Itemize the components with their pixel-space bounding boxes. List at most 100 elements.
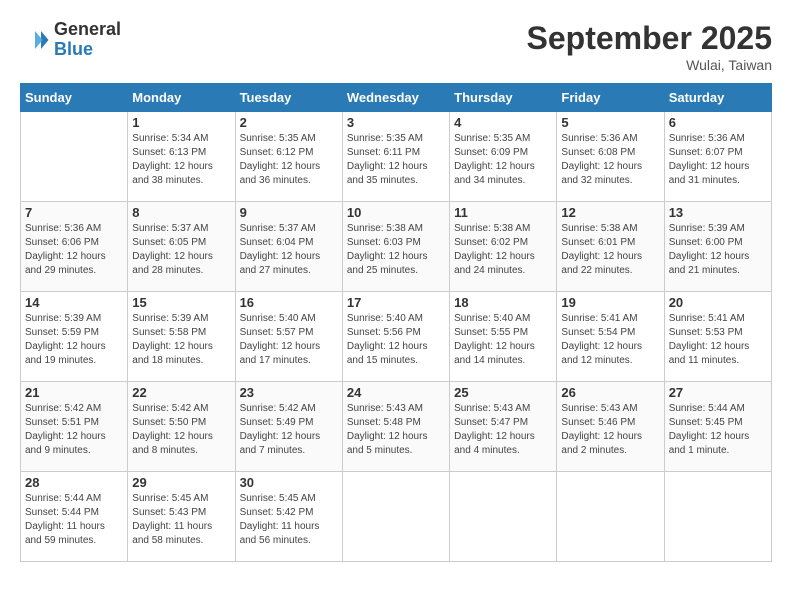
header-day: Wednesday xyxy=(342,84,449,112)
day-number: 16 xyxy=(240,295,338,310)
header-day: Friday xyxy=(557,84,664,112)
header-row: SundayMondayTuesdayWednesdayThursdayFrid… xyxy=(21,84,772,112)
calendar-cell: 28Sunrise: 5:44 AM Sunset: 5:44 PM Dayli… xyxy=(21,472,128,562)
calendar-week-row: 21 Sunrise: 5:42 AM Sunset: 5:51 PM Dayli… xyxy=(21,382,772,472)
logo-line1: General xyxy=(54,20,121,40)
calendar-cell xyxy=(664,472,771,562)
day-number: 26 xyxy=(561,385,659,400)
day-info: Sunrise: 5:40 AM Sunset: 5:55 PM Dayligh… xyxy=(454,312,552,368)
day-info: Sunrise: 5:39 AM Sunset: 6:00 PM Dayligh… xyxy=(669,222,767,278)
calendar-cell: 12 Sunrise: 5:38 AM Sunset: 6:01 PM Dayli… xyxy=(557,202,664,292)
day-info: Sunrise: 5:40 AM Sunset: 5:57 PM Dayligh… xyxy=(240,312,338,368)
day-info: Sunrise: 5:37 AM Sunset: 6:05 PM Dayligh… xyxy=(132,222,230,278)
logo: General Blue xyxy=(20,20,121,60)
day-number: 18 xyxy=(454,295,552,310)
calendar-cell: 29 Sunrise: 5:45 AM Sunset: 5:43 PM Dayli… xyxy=(128,472,235,562)
month-title: September 2025 xyxy=(527,20,772,57)
calendar-cell: 16 Sunrise: 5:40 AM Sunset: 5:57 PM Dayli… xyxy=(235,292,342,382)
day-info: Sunrise: 5:36 AM Sunset: 6:06 PM Dayligh… xyxy=(25,222,123,278)
day-number: 27 xyxy=(669,385,767,400)
calendar-cell: 10 Sunrise: 5:38 AM Sunset: 6:03 PM Dayli… xyxy=(342,202,449,292)
day-number: 5 xyxy=(561,115,659,130)
calendar-cell: 17Sunrise: 5:40 AM Sunset: 5:56 PM Dayli… xyxy=(342,292,449,382)
day-info: Sunrise: 5:43 AM Sunset: 5:47 PM Dayligh… xyxy=(454,402,552,458)
day-number: 15 xyxy=(132,295,230,310)
day-number: 21 xyxy=(25,385,123,400)
day-info: Sunrise: 5:42 AM Sunset: 5:51 PM Dayligh… xyxy=(25,402,123,458)
day-number: 3 xyxy=(347,115,445,130)
day-number: 19 xyxy=(561,295,659,310)
calendar-cell: 8 Sunrise: 5:37 AM Sunset: 6:05 PM Daylig… xyxy=(128,202,235,292)
calendar-cell: 20 Sunrise: 5:41 AM Sunset: 5:53 PM Dayli… xyxy=(664,292,771,382)
day-info: Sunrise: 5:34 AM Sunset: 6:13 PM Dayligh… xyxy=(132,132,230,188)
day-number: 17 xyxy=(347,295,445,310)
day-number: 24 xyxy=(347,385,445,400)
calendar-cell xyxy=(450,472,557,562)
day-info: Sunrise: 5:35 AM Sunset: 6:09 PM Dayligh… xyxy=(454,132,552,188)
calendar-cell: 1 Sunrise: 5:34 AM Sunset: 6:13 PM Daylig… xyxy=(128,112,235,202)
day-info: Sunrise: 5:41 AM Sunset: 5:54 PM Dayligh… xyxy=(561,312,659,368)
calendar-cell xyxy=(557,472,664,562)
day-number: 10 xyxy=(347,205,445,220)
day-info: Sunrise: 5:39 AM Sunset: 5:58 PM Dayligh… xyxy=(132,312,230,368)
calendar-cell: 13 Sunrise: 5:39 AM Sunset: 6:00 PM Dayli… xyxy=(664,202,771,292)
day-info: Sunrise: 5:45 AM Sunset: 5:42 PM Dayligh… xyxy=(240,492,338,548)
day-info: Sunrise: 5:35 AM Sunset: 6:11 PM Dayligh… xyxy=(347,132,445,188)
calendar-cell: 21 Sunrise: 5:42 AM Sunset: 5:51 PM Dayli… xyxy=(21,382,128,472)
header-day: Monday xyxy=(128,84,235,112)
day-number: 13 xyxy=(669,205,767,220)
day-number: 11 xyxy=(454,205,552,220)
header-day: Saturday xyxy=(664,84,771,112)
calendar-cell: 4 Sunrise: 5:35 AM Sunset: 6:09 PM Daylig… xyxy=(450,112,557,202)
day-number: 6 xyxy=(669,115,767,130)
day-info: Sunrise: 5:41 AM Sunset: 5:53 PM Dayligh… xyxy=(669,312,767,368)
calendar-week-row: 14Sunrise: 5:39 AM Sunset: 5:59 PM Dayli… xyxy=(21,292,772,382)
day-number: 30 xyxy=(240,475,338,490)
header-day: Tuesday xyxy=(235,84,342,112)
day-number: 22 xyxy=(132,385,230,400)
calendar-cell: 14Sunrise: 5:39 AM Sunset: 5:59 PM Dayli… xyxy=(21,292,128,382)
day-number: 8 xyxy=(132,205,230,220)
day-number: 29 xyxy=(132,475,230,490)
day-number: 25 xyxy=(454,385,552,400)
logo-text: General Blue xyxy=(54,20,121,60)
calendar-cell: 15 Sunrise: 5:39 AM Sunset: 5:58 PM Dayli… xyxy=(128,292,235,382)
day-info: Sunrise: 5:35 AM Sunset: 6:12 PM Dayligh… xyxy=(240,132,338,188)
calendar-cell: 25 Sunrise: 5:43 AM Sunset: 5:47 PM Dayli… xyxy=(450,382,557,472)
day-info: Sunrise: 5:43 AM Sunset: 5:46 PM Dayligh… xyxy=(561,402,659,458)
day-number: 2 xyxy=(240,115,338,130)
day-number: 20 xyxy=(669,295,767,310)
day-number: 1 xyxy=(132,115,230,130)
day-info: Sunrise: 5:37 AM Sunset: 6:04 PM Dayligh… xyxy=(240,222,338,278)
day-info: Sunrise: 5:38 AM Sunset: 6:01 PM Dayligh… xyxy=(561,222,659,278)
day-number: 23 xyxy=(240,385,338,400)
day-number: 28 xyxy=(25,475,123,490)
day-number: 4 xyxy=(454,115,552,130)
day-info: Sunrise: 5:38 AM Sunset: 6:03 PM Dayligh… xyxy=(347,222,445,278)
calendar-cell: 19 Sunrise: 5:41 AM Sunset: 5:54 PM Dayli… xyxy=(557,292,664,382)
calendar-cell: 23 Sunrise: 5:42 AM Sunset: 5:49 PM Dayli… xyxy=(235,382,342,472)
calendar-cell: 24Sunrise: 5:43 AM Sunset: 5:48 PM Dayli… xyxy=(342,382,449,472)
day-info: Sunrise: 5:44 AM Sunset: 5:45 PM Dayligh… xyxy=(669,402,767,458)
calendar-table: SundayMondayTuesdayWednesdayThursdayFrid… xyxy=(20,83,772,562)
day-number: 7 xyxy=(25,205,123,220)
day-number: 9 xyxy=(240,205,338,220)
calendar-cell: 27 Sunrise: 5:44 AM Sunset: 5:45 PM Dayli… xyxy=(664,382,771,472)
calendar-cell: 2 Sunrise: 5:35 AM Sunset: 6:12 PM Daylig… xyxy=(235,112,342,202)
day-info: Sunrise: 5:42 AM Sunset: 5:50 PM Dayligh… xyxy=(132,402,230,458)
day-info: Sunrise: 5:42 AM Sunset: 5:49 PM Dayligh… xyxy=(240,402,338,458)
calendar-cell: 26 Sunrise: 5:43 AM Sunset: 5:46 PM Dayli… xyxy=(557,382,664,472)
day-info: Sunrise: 5:45 AM Sunset: 5:43 PM Dayligh… xyxy=(132,492,230,548)
day-number: 14 xyxy=(25,295,123,310)
page-header: General Blue September 2025 Wulai, Taiwa… xyxy=(20,20,772,73)
calendar-cell: 22 Sunrise: 5:42 AM Sunset: 5:50 PM Dayli… xyxy=(128,382,235,472)
calendar-cell: 6Sunrise: 5:36 AM Sunset: 6:07 PM Daylig… xyxy=(664,112,771,202)
day-info: Sunrise: 5:38 AM Sunset: 6:02 PM Dayligh… xyxy=(454,222,552,278)
calendar-cell: 9 Sunrise: 5:37 AM Sunset: 6:04 PM Daylig… xyxy=(235,202,342,292)
title-area: September 2025 Wulai, Taiwan xyxy=(527,20,772,73)
day-number: 12 xyxy=(561,205,659,220)
calendar-week-row: 1 Sunrise: 5:34 AM Sunset: 6:13 PM Daylig… xyxy=(21,112,772,202)
calendar-week-row: 28Sunrise: 5:44 AM Sunset: 5:44 PM Dayli… xyxy=(21,472,772,562)
calendar-cell xyxy=(342,472,449,562)
calendar-body: 1 Sunrise: 5:34 AM Sunset: 6:13 PM Daylig… xyxy=(21,112,772,562)
